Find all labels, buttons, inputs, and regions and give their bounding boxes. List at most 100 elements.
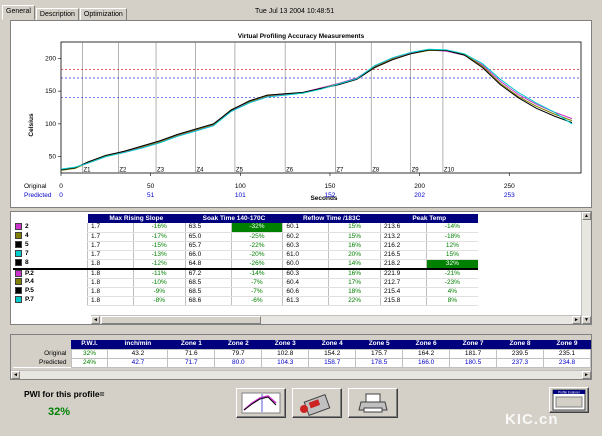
grid-row-name: 5 [13,241,88,250]
predicted-row-label: Predicted [24,192,52,199]
grid-row-name: P.7 [13,296,88,305]
grid-cell: -7% [230,278,283,288]
chart-title: Virtual Profiling Accuracy Measurements [238,33,365,40]
summary-cell: 175.7 [355,348,404,359]
summary-cell: 178.5 [355,357,404,368]
grid-row[interactable]: 7 1.7 -13% 66.0 -20% 61.0 20% 216.5 15% [13,250,478,260]
grid-row[interactable]: P.7 1.8 -8% 68.6 -6% 61.3 22% 215.8 8% [13,296,478,306]
zone-label: Z10 [444,168,455,174]
summary-column-header[interactable]: Zone 3 [261,340,309,349]
summary-cell: 164.2 [402,348,451,359]
grid-cell: 1.7 [87,250,134,260]
summary-row-label: Original [13,349,71,358]
tab-optimization[interactable]: Optimization [79,8,127,20]
summary-row: Original 32% 43.2 71.6 79.7 102.8 154.2 175.7 16… [13,348,591,359]
grid-cell: 68.5 [184,287,231,297]
summary-column-header[interactable]: Zone 1 [167,340,215,349]
tab-strip: General Description Optimization [2,2,128,20]
zone-label: Z2 [119,168,127,174]
chart-panel: Virtual Profiling Accuracy Measurements … [10,20,592,208]
grid-cell: 22% [328,296,381,306]
grid-cell: -6% [230,296,283,306]
profile-explorer-icon: Profile Explorer [552,389,586,411]
watermark-logo: KIC.cn [505,411,559,428]
summary-cell: 158.7 [308,357,357,368]
series-name: 4 [25,232,29,240]
series-color-swatch [15,241,22,249]
x-tick-label: 200 [414,183,425,190]
pwi-value: 32% [48,406,71,418]
x-tick-label: 250 [504,183,515,190]
summary-cell: 71.6 [167,348,216,359]
summary-scroll-left[interactable]: ◄ [11,371,20,379]
zone-label: Z8 [372,168,380,174]
summary-column-header[interactable]: inch/min [107,340,168,349]
grid-cell: 1.8 [87,296,134,306]
predicted-tick-label: 101 [235,192,246,199]
summary-cell: 104.3 [261,357,310,368]
zone-label: Z9 [412,168,420,174]
zone-label: Z4 [196,168,204,174]
summary-header-row: P.W.I. inch/min Zone 1 Zone 2 Zone 3 Zone 4 Zo… [13,340,591,349]
scroll-left-arrow[interactable]: ◄ [91,316,100,324]
summary-column-header[interactable]: Zone 2 [214,340,262,349]
grid-row[interactable]: P.5 1.8 -9% 68.5 -7% 60.6 18% 215.4 4% [13,287,478,297]
scroll-thumb[interactable] [101,316,261,324]
grid-cell: 1.8 [87,259,134,269]
grid-cell: -25% [230,232,283,242]
grid-cell: 17% [328,278,381,288]
tab-description[interactable]: Description [35,8,79,20]
grid-cell: 1.8 [87,268,134,279]
y-tick-label: 150 [45,88,56,95]
oven-icon [300,394,331,416]
grid-vertical-scrollbar[interactable]: ▲ ▼ [581,212,591,324]
grid-cell: 216.2 [379,241,427,251]
summary-cell: 239.5 [496,348,544,359]
grid-cell: 215.8 [379,296,427,306]
grid-row[interactable]: P.2 1.8 -11% 67.2 -14% 60.3 16% 221.9 -21% [13,268,478,279]
summary-column-header[interactable]: Zone 7 [449,340,497,349]
grid-horizontal-scrollbar[interactable]: ◄ ► [91,315,581,324]
summary-column-header[interactable]: Zone 8 [496,340,544,349]
summary-scroll-right[interactable]: ► [582,371,591,379]
summary-column-header[interactable]: Zone 6 [402,340,450,349]
grid-row[interactable]: 8 1.8 -12% 64.8 -26% 60.0 14% 218.2 32% [13,259,478,269]
print-button[interactable] [348,388,398,418]
grid-column-header[interactable]: Reflow Time /183C [282,214,381,223]
grid-cell: 213.2 [379,232,427,242]
grid-column-header[interactable]: Max Rising Slope [87,214,186,223]
ovens-button[interactable] [292,388,342,418]
grid-row[interactable]: 2 1.7 -16% 63.5 -32% 60.1 15% 213.6 -14% [13,223,478,233]
profile-explorer-button[interactable]: Profile Explorer [549,387,589,413]
profile-graph-button[interactable] [236,388,286,418]
grid-column-header[interactable]: Soak Time 140-170C [185,214,283,223]
grid-cell: 1.7 [87,241,134,251]
grid-row[interactable]: 5 1.7 -15% 65.7 -22% 60.3 16% 216.2 12% [13,241,478,251]
summary-column-header[interactable]: Zone 9 [543,340,591,349]
grid-row[interactable]: P.4 1.8 -10% 68.5 -7% 60.4 17% 212.7 -23% [13,278,478,288]
summary-column-header[interactable]: Zone 5 [355,340,403,349]
measurement-grid: Max Rising Slope Soak Time 140-170C Reflow… [10,211,592,325]
grid-cell: -11% [132,268,186,279]
grid-cell: 215.4 [379,287,427,297]
grid-cell: -17% [132,232,186,242]
grid-column-header[interactable]: Peak Temp [380,214,478,223]
scroll-up-arrow[interactable]: ▲ [582,212,591,220]
summary-column-header[interactable]: P.W.I. [71,340,108,349]
scroll-right-arrow[interactable]: ► [572,316,581,324]
summary-column-header[interactable]: Zone 4 [308,340,356,349]
grid-cell: -14% [425,223,478,233]
tab-general[interactable]: General [2,5,35,20]
grid-cell: -8% [132,296,186,306]
y-tick-label: 100 [45,121,56,128]
summary-cell: 234.8 [543,357,591,368]
grid-cell: -18% [425,232,478,242]
series-color-swatch [15,259,22,267]
grid-row[interactable]: 4 1.7 -17% 65.0 -25% 60.2 15% 213.2 -18% [13,232,478,242]
grid-cell: 16% [328,268,381,279]
grid-cell: 212.7 [379,278,427,288]
grid-cell: 1.7 [87,223,134,233]
scroll-down-arrow[interactable]: ▼ [582,316,591,324]
summary-horizontal-scrollbar[interactable]: ◄ ► [11,370,591,379]
grid-cell: 60.2 [282,232,329,242]
